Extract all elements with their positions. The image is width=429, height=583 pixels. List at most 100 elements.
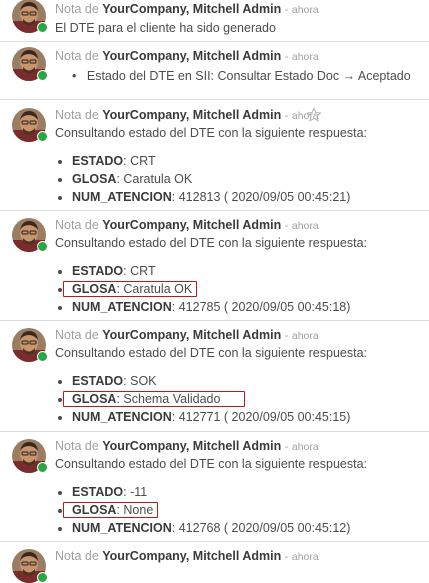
separator: -	[284, 330, 289, 342]
response-fields: ESTADO: -11 GLOSA: None NUM_ATENCION: 41…	[54, 483, 350, 537]
message-body: El DTE para el cliente ha sido generado	[55, 21, 276, 35]
note-prefix: Nota de	[55, 49, 99, 63]
presence-online-indicator	[37, 462, 48, 473]
message-header: Nota de YourCompany, Mitchell Admin - ah…	[55, 2, 319, 18]
note-prefix: Nota de	[55, 108, 99, 122]
message-header: Nota de YourCompany, Mitchell Admin - ah…	[55, 549, 319, 565]
field-label: ESTADO	[72, 154, 124, 168]
field-label: ESTADO	[72, 485, 124, 499]
field-value: : -11	[123, 485, 148, 499]
field-label: GLOSA	[72, 503, 117, 517]
field-num-atencion: NUM_ATENCION: 412771 ( 2020/09/05 00:45:…	[72, 408, 350, 426]
field-value: : SOK	[123, 374, 157, 388]
tracking-item: Estado del DTE en SII: Consultar Estado …	[72, 67, 411, 85]
message-date: ahora	[291, 220, 319, 232]
field-label: ESTADO	[72, 374, 124, 388]
tracking-values: Estado del DTE en SII: Consultar Estado …	[54, 67, 411, 85]
author-name[interactable]: YourCompany, Mitchell Admin	[102, 218, 281, 232]
message-header: Nota de YourCompany, Mitchell Admin - ah…	[55, 328, 319, 344]
presence-online-indicator	[37, 70, 48, 81]
note-prefix: Nota de	[55, 549, 99, 563]
author-avatar[interactable]	[12, 549, 48, 583]
separator: -	[284, 51, 289, 63]
field-value: : Caratula OK	[116, 172, 193, 186]
field-glosa: GLOSA: Caratula OK	[72, 280, 350, 298]
message-header: Nota de YourCompany, Mitchell Admin - ah…	[55, 218, 319, 234]
author-name[interactable]: YourCompany, Mitchell Admin	[102, 439, 281, 453]
message-1: Nota de YourCompany, Mitchell Admin - ah…	[0, 0, 429, 42]
note-prefix: Nota de	[55, 439, 99, 453]
separator: -	[284, 441, 289, 453]
author-avatar[interactable]	[12, 47, 48, 81]
tracking-new-value: Aceptado	[357, 69, 411, 83]
message-header: Nota de YourCompany, Mitchell Admin - ah…	[55, 108, 319, 124]
highlight-box: GLOSA: Caratula OK	[72, 282, 192, 296]
author-name[interactable]: YourCompany, Mitchell Admin	[102, 108, 281, 122]
field-value: : Caratula OK	[116, 282, 193, 296]
field-value: : CRT	[123, 154, 156, 168]
separator: -	[284, 220, 289, 232]
message-5: Nota de YourCompany, Mitchell Admin - ah…	[0, 321, 429, 432]
chatter-thread: Nota de YourCompany, Mitchell Admin - ah…	[0, 0, 429, 583]
field-label: GLOSA	[72, 282, 117, 296]
note-prefix: Nota de	[55, 2, 99, 16]
response-fields: ESTADO: CRT GLOSA: Caratula OK NUM_ATENC…	[54, 262, 350, 316]
field-glosa: GLOSA: Schema Validado	[72, 390, 350, 408]
field-num-atencion: NUM_ATENCION: 412785 ( 2020/09/05 00:45:…	[72, 298, 350, 316]
field-label: NUM_ATENCION	[72, 300, 172, 314]
author-name[interactable]: YourCompany, Mitchell Admin	[102, 549, 281, 563]
presence-online-indicator	[37, 131, 48, 142]
message-2: Nota de YourCompany, Mitchell Admin - ah…	[0, 42, 429, 100]
message-header: Nota de YourCompany, Mitchell Admin - ah…	[55, 439, 319, 455]
author-avatar[interactable]	[12, 218, 48, 252]
star-icon[interactable]	[306, 107, 322, 123]
message-header: Nota de YourCompany, Mitchell Admin - ah…	[55, 49, 319, 65]
note-prefix: Nota de	[55, 218, 99, 232]
field-value: : 412771 ( 2020/09/05 00:45:15)	[171, 410, 351, 424]
field-label: GLOSA	[72, 392, 117, 406]
tracking-field-name: Estado del DTE en SII:	[86, 69, 215, 83]
separator: -	[284, 4, 289, 16]
author-avatar[interactable]	[12, 108, 48, 142]
response-fields: ESTADO: SOK GLOSA: Schema Validado NUM_A…	[54, 372, 350, 426]
message-date: ahora	[291, 441, 319, 453]
message-date: ahora	[291, 551, 319, 563]
field-num-atencion: NUM_ATENCION: 412813 ( 2020/09/05 00:45:…	[72, 188, 350, 206]
field-value: : None	[116, 503, 154, 517]
presence-online-indicator	[37, 22, 48, 33]
field-label: NUM_ATENCION	[72, 521, 172, 535]
field-label: ESTADO	[72, 264, 124, 278]
presence-online-indicator	[37, 351, 48, 362]
author-avatar[interactable]	[12, 328, 48, 362]
author-avatar[interactable]	[12, 439, 48, 473]
field-estado: ESTADO: SOK	[72, 372, 350, 390]
message-3: Nota de YourCompany, Mitchell Admin - ah…	[0, 100, 429, 211]
message-body: Consultando estado del DTE con la siguie…	[55, 346, 367, 360]
field-estado: ESTADO: CRT	[72, 152, 350, 170]
author-name[interactable]: YourCompany, Mitchell Admin	[102, 49, 281, 63]
field-estado: ESTADO: CRT	[72, 262, 350, 280]
arrow-right-icon: →	[342, 69, 356, 83]
message-4: Nota de YourCompany, Mitchell Admin - ah…	[0, 211, 429, 321]
message-6: Nota de YourCompany, Mitchell Admin - ah…	[0, 432, 429, 542]
field-value: : Schema Validado	[116, 392, 221, 406]
message-date: ahora	[291, 51, 319, 63]
field-glosa: GLOSA: None	[72, 501, 350, 519]
message-date: ahora	[291, 330, 319, 342]
field-value: : 412785 ( 2020/09/05 00:45:18)	[171, 300, 351, 314]
author-name[interactable]: YourCompany, Mitchell Admin	[102, 328, 281, 342]
author-avatar[interactable]	[12, 0, 48, 33]
field-glosa: GLOSA: Caratula OK	[72, 170, 350, 188]
field-value: : 412768 ( 2020/09/05 00:45:12)	[171, 521, 351, 535]
message-7: Nota de YourCompany, Mitchell Admin - ah…	[0, 542, 429, 583]
field-value: : CRT	[123, 264, 156, 278]
field-num-atencion: NUM_ATENCION: 412768 ( 2020/09/05 00:45:…	[72, 519, 350, 537]
author-name[interactable]: YourCompany, Mitchell Admin	[102, 2, 281, 16]
field-label: NUM_ATENCION	[72, 410, 172, 424]
separator: -	[284, 551, 289, 563]
separator: -	[284, 110, 289, 122]
field-estado: ESTADO: -11	[72, 483, 350, 501]
tracking-old-value: Consultar Estado Doc	[217, 69, 340, 83]
field-value: : 412813 ( 2020/09/05 00:45:21)	[171, 190, 351, 204]
presence-online-indicator	[37, 572, 48, 583]
